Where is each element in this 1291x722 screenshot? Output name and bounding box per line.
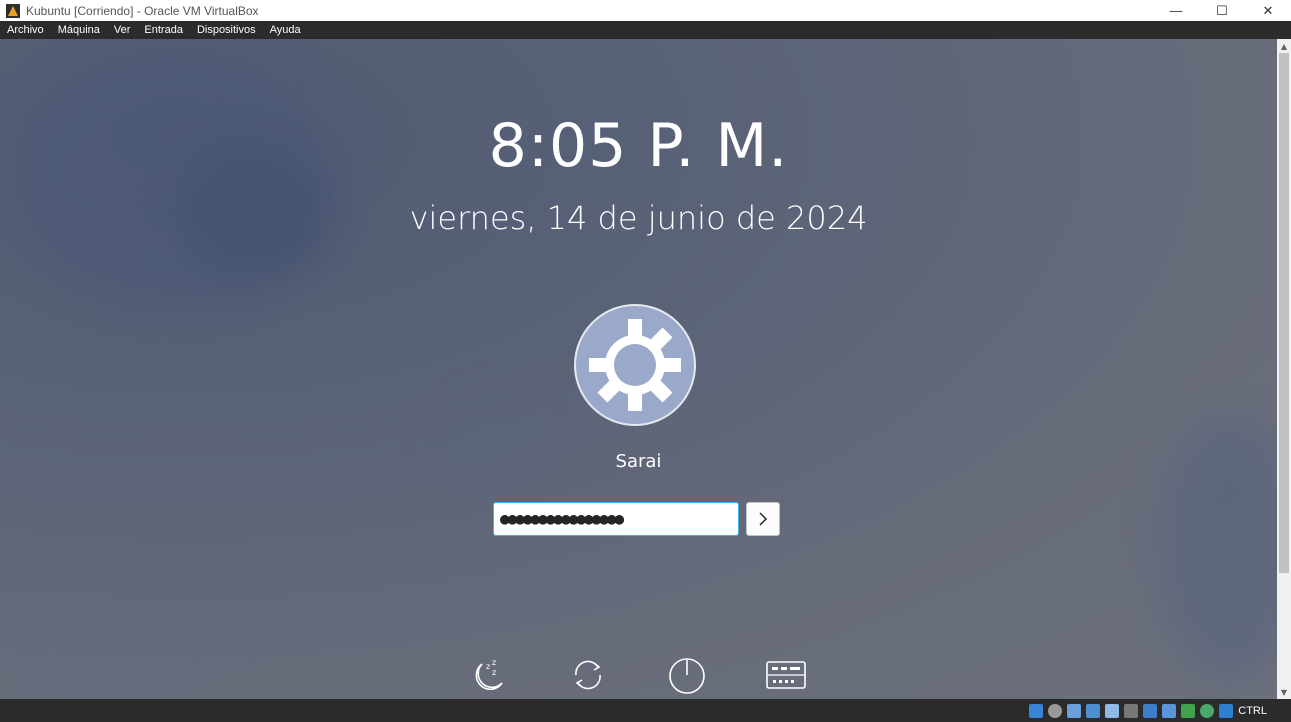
user-avatar[interactable] — [574, 304, 696, 426]
virtual-keyboard-icon — [766, 661, 806, 689]
sleep-icon: z z z — [475, 658, 503, 690]
background-blur-shape — [440, 399, 540, 489]
menu-dispositivos[interactable]: Dispositivos — [190, 21, 263, 39]
svg-text:z: z — [486, 662, 490, 671]
kde-gear-icon — [589, 319, 681, 411]
menu-entrada[interactable]: Entrada — [137, 21, 190, 39]
display-icon[interactable] — [1143, 703, 1158, 718]
keyboard-icon[interactable] — [1219, 703, 1234, 718]
chevron-right-icon — [759, 512, 768, 526]
hard-disk-icon[interactable] — [1029, 703, 1044, 718]
scroll-down-icon[interactable]: ▼ — [1277, 685, 1291, 699]
switch-user-button[interactable] — [566, 653, 610, 697]
virtualbox-app-icon — [6, 3, 20, 18]
minimize-button[interactable]: — — [1153, 0, 1199, 21]
switch-user-icon — [575, 660, 601, 690]
lockscreen-date: viernes, 14 de junio de 2024 — [409, 199, 868, 237]
svg-text:z: z — [492, 658, 496, 667]
menubar: Archivo Máquina Ver Entrada Dispositivos… — [0, 21, 1291, 39]
scrollbar-thumb[interactable] — [1279, 53, 1289, 573]
audio-icon[interactable] — [1067, 703, 1082, 718]
menu-ayuda[interactable]: Ayuda — [263, 21, 308, 39]
scroll-up-icon[interactable]: ▲ — [1277, 39, 1291, 53]
vm-statusbar: CTRL — [0, 699, 1291, 722]
password-field[interactable]: ●●●●●●●●●●●●●●●● — [493, 502, 739, 536]
optical-drive-icon[interactable] — [1048, 703, 1063, 718]
shared-folder-icon[interactable] — [1124, 703, 1139, 718]
window-titlebar: Kubuntu [Corriendo] - Oracle VM VirtualB… — [0, 0, 1291, 21]
mouse-integration-icon[interactable] — [1200, 703, 1215, 718]
host-key-label[interactable]: CTRL — [1238, 705, 1267, 717]
maximize-button[interactable]: ☐ — [1199, 0, 1245, 21]
user-name: Sarai — [615, 451, 662, 472]
login-submit-button[interactable] — [746, 502, 780, 536]
menu-maquina[interactable]: Máquina — [51, 21, 107, 39]
background-blur-shape — [0, 599, 220, 699]
shutdown-icon — [669, 658, 705, 694]
vm-display[interactable]: 8:05 P. M. viernes, 14 de junio de 2024 … — [0, 39, 1277, 699]
sleep-button[interactable]: z z z — [466, 653, 510, 697]
network-icon[interactable] — [1086, 703, 1101, 718]
menu-archivo[interactable]: Archivo — [0, 21, 51, 39]
menu-ver[interactable]: Ver — [107, 21, 138, 39]
recording-icon[interactable] — [1162, 703, 1177, 718]
usb-icon[interactable] — [1105, 703, 1120, 718]
lockscreen-clock: 8:05 P. M. — [488, 111, 789, 181]
close-button[interactable]: ✕ — [1245, 0, 1291, 21]
cpu-icon[interactable] — [1181, 703, 1196, 718]
window-title: Kubuntu [Corriendo] - Oracle VM VirtualB… — [26, 3, 259, 18]
vertical-scrollbar[interactable]: ▲ ▼ — [1277, 39, 1291, 699]
svg-text:z: z — [492, 668, 496, 677]
virtual-keyboard-button[interactable] — [764, 653, 808, 697]
shutdown-button[interactable] — [665, 653, 709, 697]
